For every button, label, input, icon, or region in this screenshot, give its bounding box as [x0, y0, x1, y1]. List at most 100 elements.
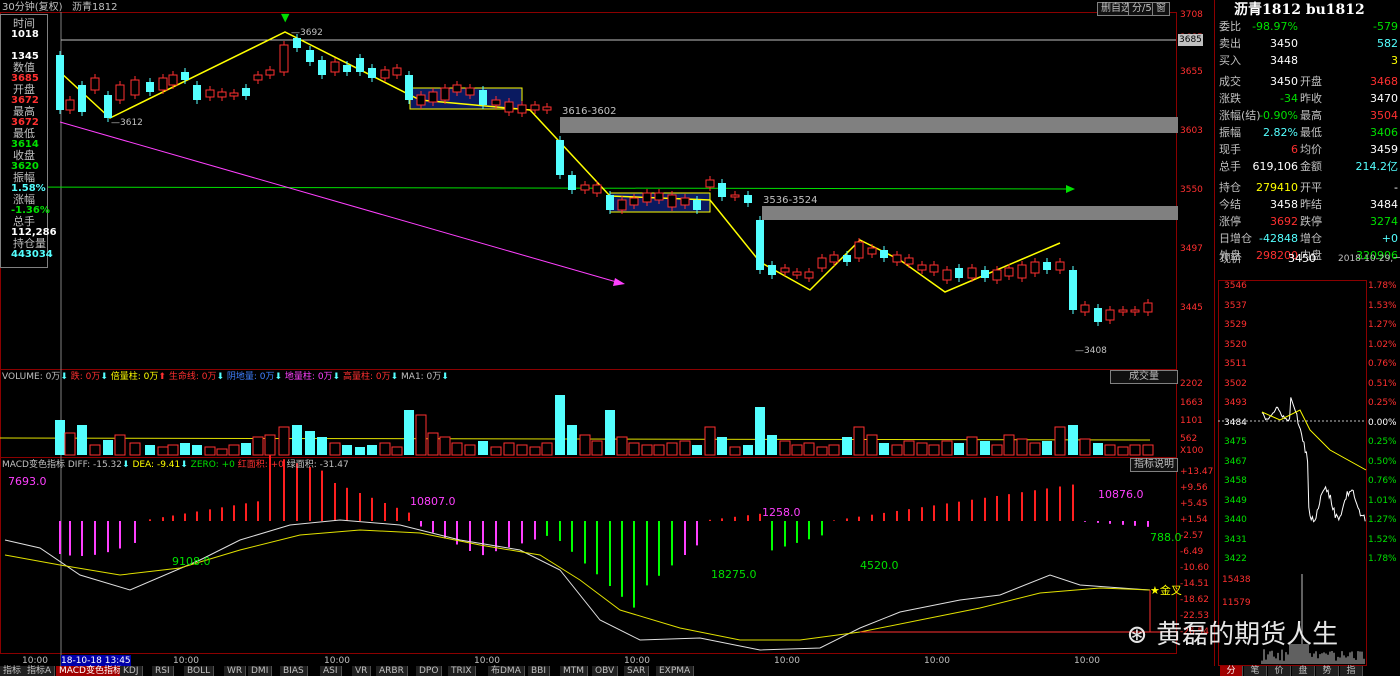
candle-body [893, 255, 901, 262]
tab-2[interactable]: MACD变色指标 [56, 666, 126, 676]
tab-15[interactable]: BBI [528, 666, 550, 676]
tab-18[interactable]: SAR [624, 666, 649, 676]
quote-value: -34 [1280, 91, 1298, 106]
tab-1[interactable]: 指标A [24, 666, 55, 676]
right-tab-5[interactable]: 指 [1340, 666, 1363, 676]
candle-body [868, 248, 876, 254]
candle-body [318, 60, 326, 75]
tab-16[interactable]: MTM [560, 666, 588, 676]
volume-bar [1130, 445, 1140, 455]
info-value: 443034 [11, 249, 53, 261]
magenta-arrow-head [613, 278, 625, 286]
quote-value-2: 3 [1391, 53, 1398, 68]
gap-zone-2 [762, 206, 1178, 220]
volume-bar [555, 395, 565, 455]
candle-body [993, 270, 1001, 280]
candle-body [66, 100, 74, 110]
macd-title[interactable]: MACD变色指标 [2, 460, 65, 470]
volume-bar [1030, 443, 1040, 455]
right-tab-3[interactable]: 盘 [1292, 666, 1315, 676]
tab-19[interactable]: EXPMA [656, 666, 694, 676]
candle-body [606, 195, 614, 210]
volume-bar [592, 441, 602, 455]
tab-8[interactable]: BIAS [280, 666, 308, 676]
quote-row: 今结 3458 昨结 3484 [1218, 197, 1400, 212]
mini-right-tick: 1.02% [1368, 339, 1397, 351]
period-label[interactable]: 30分钟(复权) [2, 2, 63, 14]
tab-4[interactable]: RSI [152, 666, 174, 676]
mini-volume [1262, 574, 1364, 664]
indicator-help-button[interactable]: 指标说明 [1130, 458, 1178, 472]
volume-bar [355, 447, 365, 455]
volume-tick: 1101 [1180, 415, 1203, 427]
tab-9[interactable]: ASI [320, 666, 342, 676]
quote-row: 涨跌 -34 昨收 3470 [1218, 91, 1400, 106]
quote-value-2: 214.2亿 [1356, 159, 1399, 174]
price-tick: 3708 [1180, 9, 1203, 21]
candle-body [78, 85, 86, 112]
quote-value-2: 3459 [1370, 142, 1398, 157]
volume-header: VOLUME: 0万⬇ 跌: 0万⬇ 倍量柱: 0万⬆ 生命线: 0万⬇ 阴地量… [2, 372, 449, 382]
tab-13[interactable]: TRIX [448, 666, 476, 676]
symbol-label: 沥青1812 [72, 2, 117, 14]
quote-row: 买入 3448 3 [1218, 53, 1400, 68]
mini-right-tick: 1.52% [1368, 534, 1397, 546]
right-tab-1[interactable]: 笔 [1244, 666, 1267, 676]
candle-body [254, 75, 262, 80]
candle-body [1144, 303, 1152, 312]
chart-canvas[interactable] [0, 0, 1400, 676]
candle-body [955, 268, 963, 278]
volume-bars [0, 395, 1153, 455]
dark-low-item: 阴地量: 0万 [227, 372, 275, 382]
tab-0[interactable]: 指标 [0, 666, 25, 676]
mini-price-line [1262, 397, 1365, 521]
candle-body [706, 180, 714, 187]
tab-6[interactable]: WR [224, 666, 246, 676]
tab-17[interactable]: OBV [592, 666, 618, 676]
window-button[interactable]: 窗 [1152, 2, 1170, 16]
price-tick: 3445 [1180, 302, 1203, 314]
quote-key-2: 开平 [1300, 180, 1322, 195]
dea-line [5, 530, 1150, 640]
right-tab-0[interactable]: 分 [1220, 666, 1243, 676]
tab-3[interactable]: KDJ [120, 666, 143, 676]
candle-body [618, 200, 626, 210]
candle-body [1056, 262, 1064, 270]
volume-bar [330, 443, 340, 455]
date-label: 2018-10-29,一 [1338, 253, 1400, 265]
quote-key: 涨停 [1219, 214, 1241, 229]
mini-left-tick: 3493 [1224, 397, 1247, 409]
tab-7[interactable]: DMI [248, 666, 272, 676]
volume-bar [440, 437, 450, 455]
right-tab-2[interactable]: 价 [1268, 666, 1291, 676]
quote-value: -98.97% [1252, 19, 1298, 34]
volume-bar [967, 437, 977, 455]
right-tab-4[interactable]: 势 [1316, 666, 1339, 676]
tab-5[interactable]: BOLL [184, 666, 214, 676]
tab-11[interactable]: ARBR [376, 666, 408, 676]
quote-row: 振幅 2.82% 最低 3406 [1218, 125, 1400, 140]
volume-bar [1093, 443, 1103, 455]
quote-key: 今结 [1219, 197, 1241, 212]
candle-body [655, 193, 663, 200]
volume-indicator-button[interactable]: 成交量 [1110, 370, 1178, 384]
candle-body [668, 195, 676, 207]
mini-right-tick: 0.50% [1368, 456, 1397, 468]
green-arrow-head [1066, 185, 1075, 193]
quote-value: 3448 [1270, 53, 1298, 68]
volume-bar [542, 443, 552, 455]
volume-bar [305, 431, 315, 455]
tab-12[interactable]: DPO [416, 666, 442, 676]
macd-tick: +1.54 [1180, 514, 1208, 526]
volume-bar [1080, 439, 1090, 455]
quote-key-2: 跌停 [1300, 214, 1322, 229]
volume-bar [667, 443, 677, 455]
high-marker-icon: ▼ [281, 12, 289, 24]
candle-body [131, 80, 139, 95]
tab-10[interactable]: VR [352, 666, 371, 676]
tab-14[interactable]: 布DMA [488, 666, 525, 676]
volume-tick: 1663 [1180, 397, 1203, 409]
mini-right-tick: 0.76% [1368, 358, 1397, 370]
candle-body [556, 140, 564, 175]
volume-tick: 562 [1180, 433, 1197, 445]
